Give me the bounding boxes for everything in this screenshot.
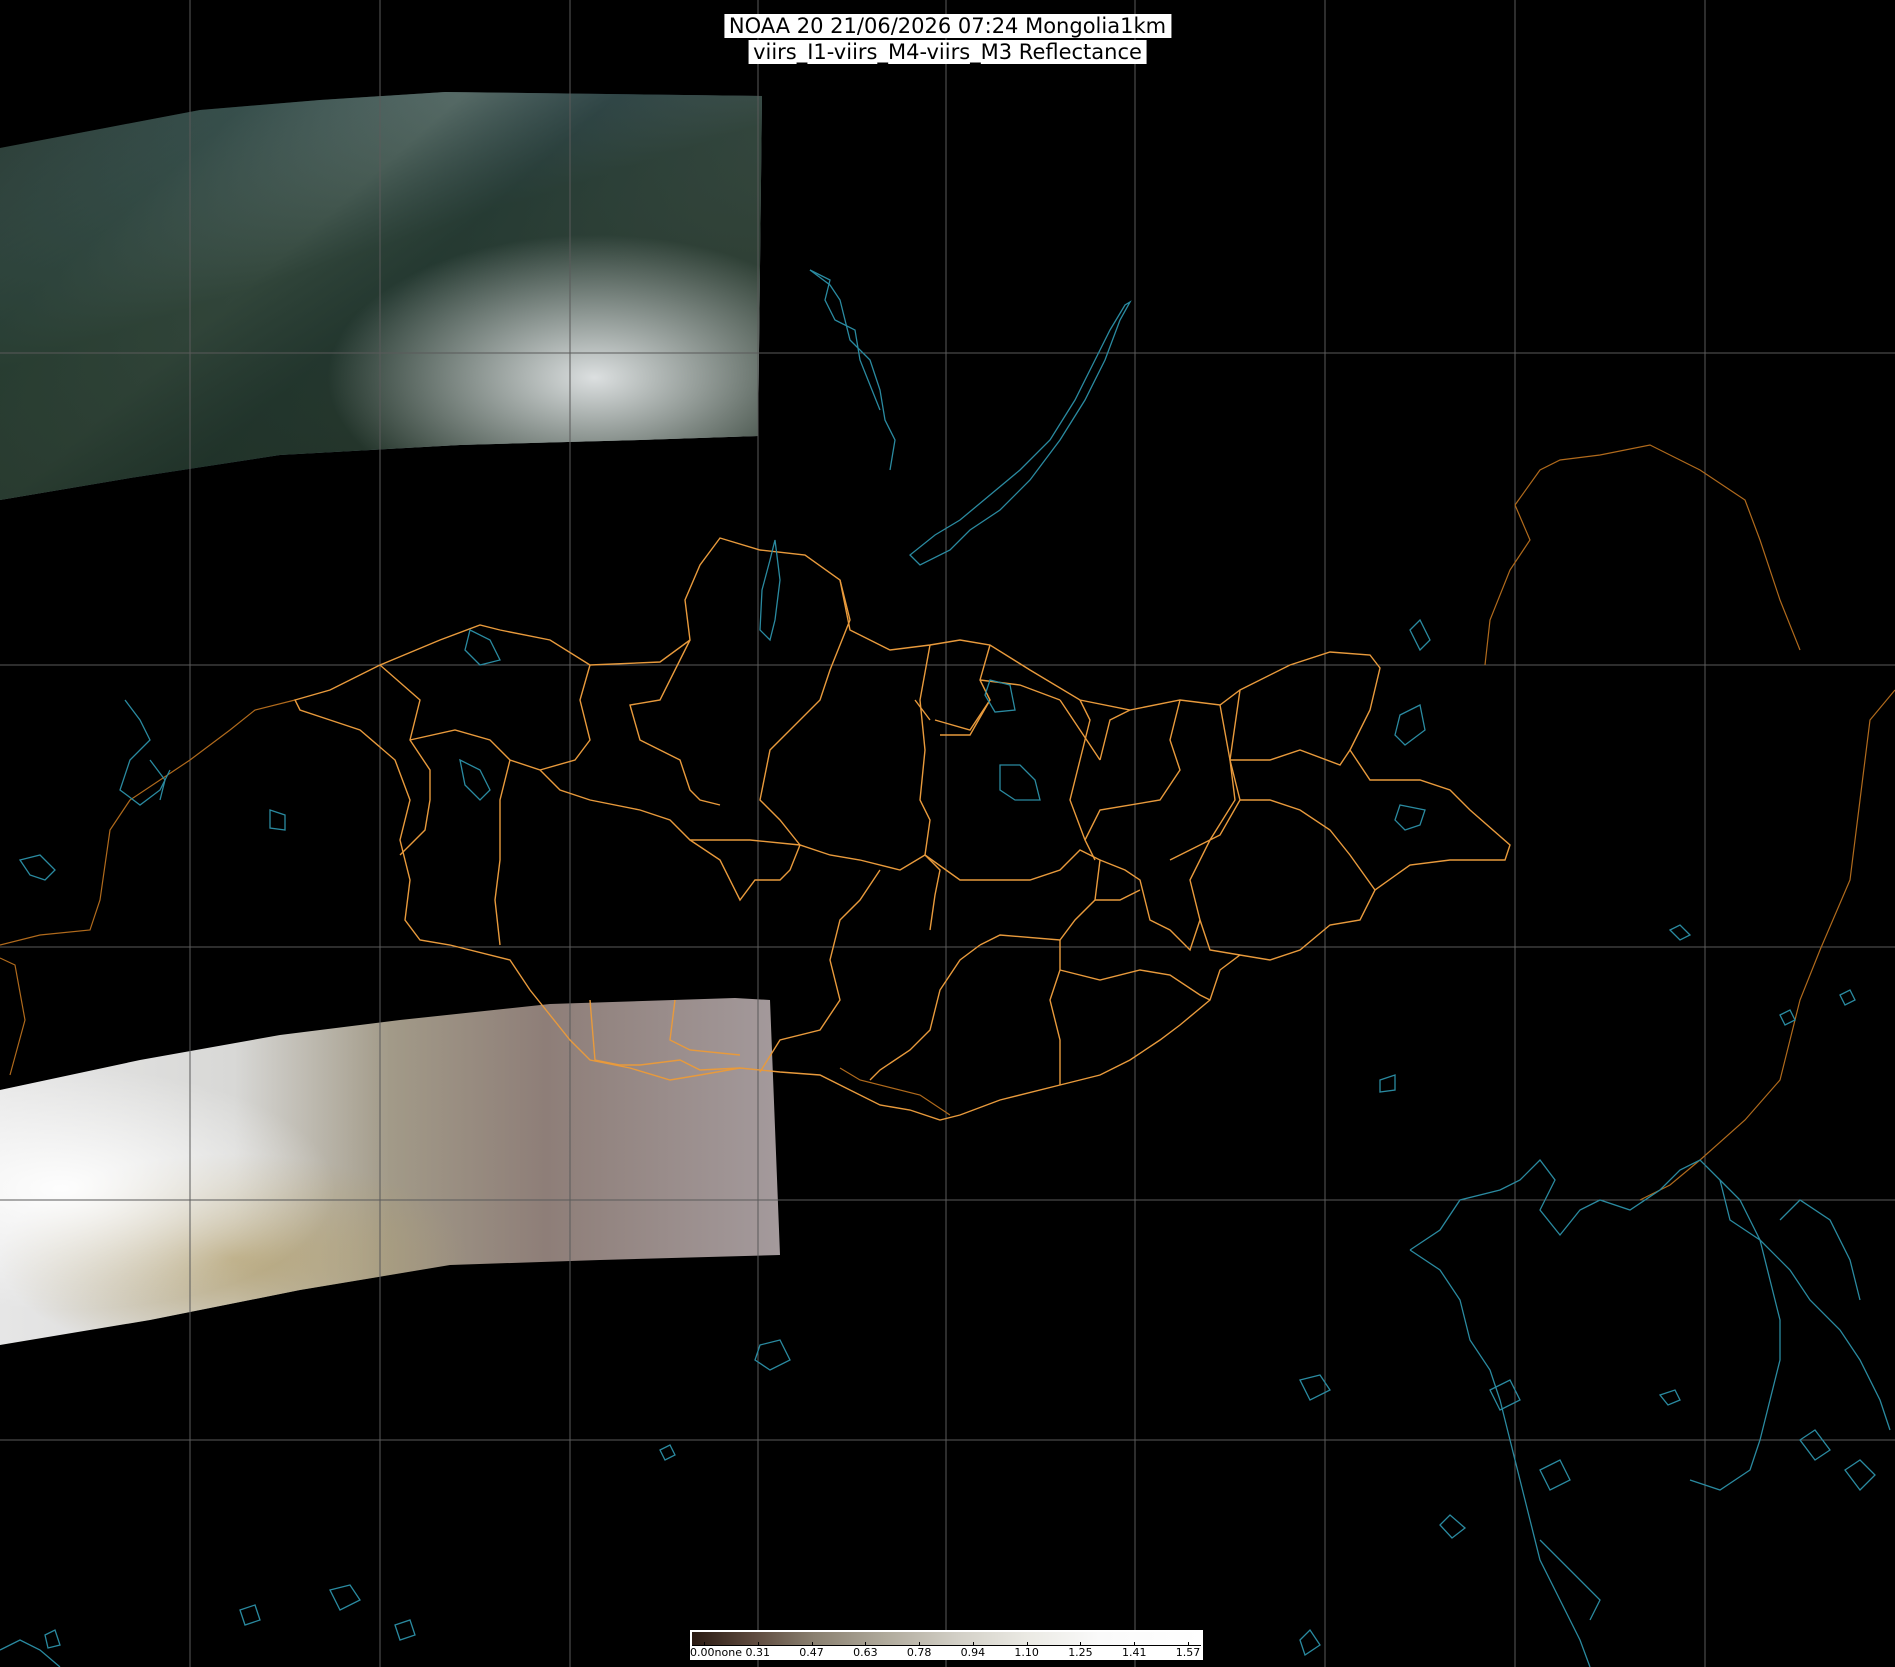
legend-tick-label: 1.10 xyxy=(1014,1646,1039,1659)
legend-tick-label: 0.47 xyxy=(799,1646,824,1659)
reflectance-legend: 0.00none 0.31 0.47 0.63 0.78 0.94 1.10 1.25 1.41… xyxy=(690,1630,1203,1660)
legend-tick-label: 1.57 xyxy=(1175,1646,1201,1659)
legend-tick-label: 0.63 xyxy=(853,1646,878,1659)
legend-tick-label: 0.78 xyxy=(906,1646,932,1659)
legend-tick-label: 1.41 xyxy=(1121,1646,1147,1659)
legend-color-bar xyxy=(692,1632,1201,1646)
satellite-map xyxy=(0,0,1895,1667)
map-title-line-1: NOAA 20 21/06/2026 07:24 Mongolia1km xyxy=(723,14,1172,38)
legend-tick-label: 0.00none xyxy=(690,1646,742,1659)
legend-tick-label: 0.94 xyxy=(960,1646,986,1659)
map-title-line-2: viirs_I1-viirs_M4-viirs_M3 Reflectance xyxy=(748,40,1147,64)
north-imagery-swath xyxy=(0,92,762,500)
legend-ticks: 0.00none 0.31 0.47 0.63 0.78 0.94 1.10 1.25 1.41… xyxy=(690,1642,1203,1660)
south-imagery-swath xyxy=(0,998,780,1345)
lakes-and-coastlines xyxy=(0,269,1891,1667)
legend-tick-label: 1.25 xyxy=(1068,1646,1093,1659)
legend-tick-label: 0.31 xyxy=(745,1646,771,1659)
